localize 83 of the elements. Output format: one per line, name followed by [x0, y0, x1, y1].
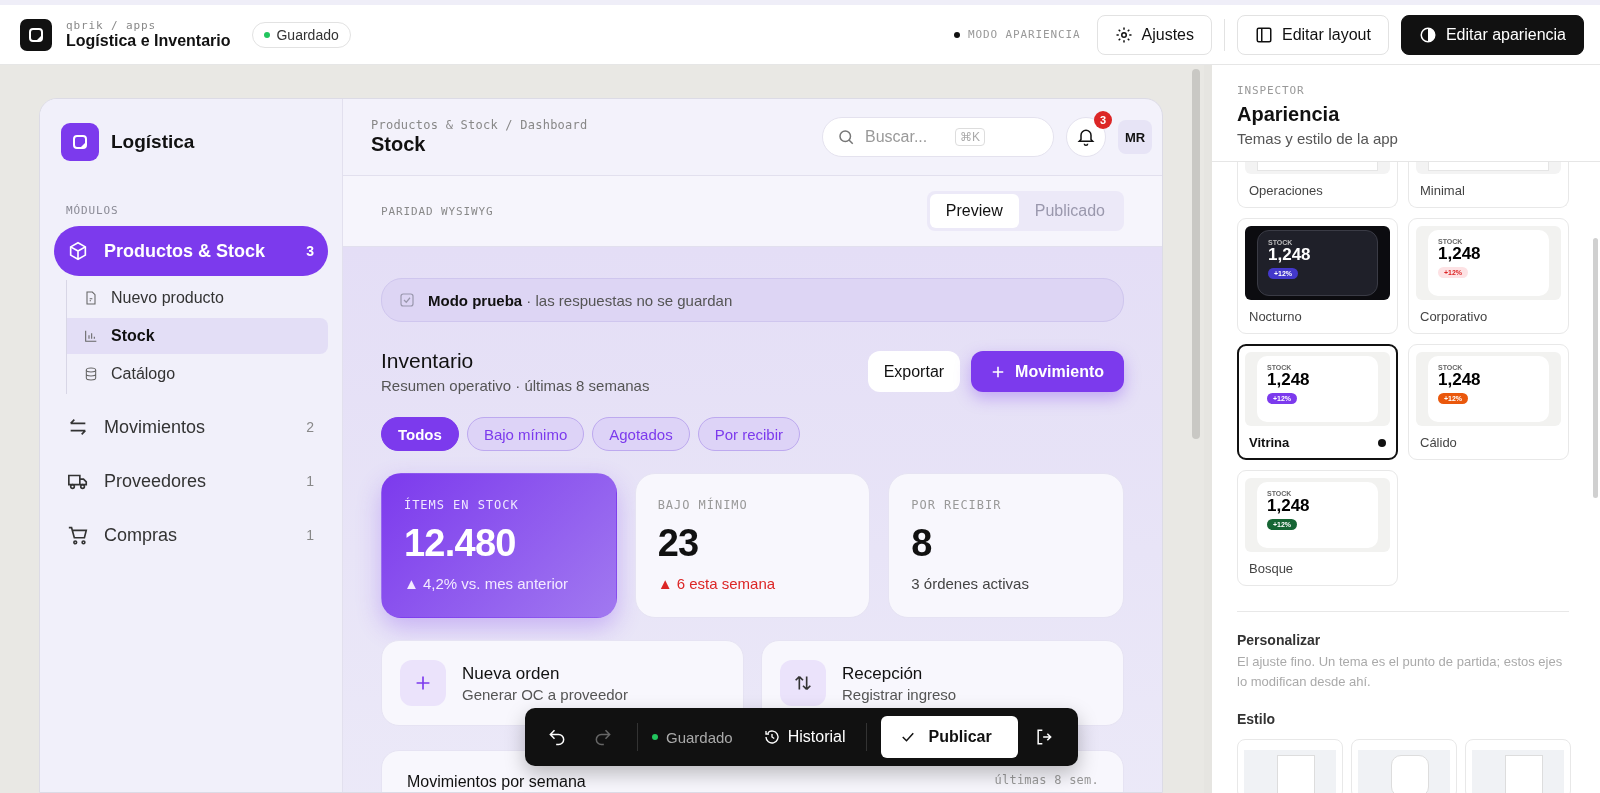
chart-range: últimas 8 sem. [994, 773, 1099, 787]
filter-chip[interactable]: Todos [381, 417, 459, 451]
scrollbar[interactable] [1192, 69, 1200, 439]
publish-button[interactable]: Publicar [880, 716, 1018, 758]
parity-label: PARIDAD WYSIWYG [381, 204, 494, 218]
filter-chip[interactable]: Bajo mínimo [466, 417, 585, 451]
inspector-subtitle: Temas y estilo de la app [1237, 130, 1399, 147]
half-circle-icon [1418, 25, 1437, 44]
save-status: Guardado [652, 728, 733, 746]
logo-icon [61, 123, 99, 161]
bell-icon [1076, 127, 1096, 147]
stat-label: BAJO MÍNIMO [657, 498, 749, 512]
nav-item[interactable]: Compras 1 [54, 510, 328, 560]
plus-icon [991, 364, 1006, 379]
nav-item[interactable]: Movimientos 2 [54, 402, 328, 452]
selected-indicator [1378, 438, 1386, 447]
app-title: Logística e Inventario [66, 32, 231, 50]
search-icon [837, 128, 855, 146]
sub-nav-item[interactable]: Stock [67, 318, 328, 354]
add-movement-button[interactable]: Movimiento [971, 351, 1124, 392]
scrollbar[interactable] [1593, 238, 1598, 498]
customize-description: El ajuste fino. Un tema es el punto de partida; estos ejes lo modifican desde ahí. [1237, 653, 1564, 691]
box-icon [67, 240, 89, 262]
stat-label: POR RECIBIR [911, 498, 1003, 512]
inspector-eyebrow: INSPECTOR [1237, 84, 1306, 97]
section-label: MÓDULOS [66, 204, 120, 217]
app-path: qbrik / apps [66, 19, 158, 32]
bar-chart-icon [83, 328, 99, 344]
nav-item[interactable]: Productos & Stock 3 [54, 226, 328, 276]
search-input[interactable]: Buscar... [863, 127, 947, 147]
redo-icon [593, 727, 613, 747]
stat-delta: ▲ 6 esta semana [657, 575, 777, 592]
style-option[interactable] [1351, 739, 1457, 793]
edit-layout-button[interactable]: Editar layout [1237, 14, 1389, 55]
notifications-button[interactable] [1066, 117, 1106, 157]
shortcut-hint: ⌘K [955, 128, 985, 146]
stat-label: ÍTEMS EN STOCK [404, 498, 520, 512]
panel-icon [1255, 25, 1273, 44]
style-label: Estilo [1237, 711, 1277, 727]
filter-chip[interactable]: Por recibir [697, 417, 800, 451]
breadcrumb: Productos & Stock / Dashboard [371, 118, 588, 132]
sub-nav-item[interactable]: Catálogo [67, 356, 328, 392]
cart-icon [67, 524, 89, 546]
export-button[interactable]: Exportar [867, 351, 961, 392]
notification-count: 3 [1094, 111, 1112, 129]
stat-delta: 3 órdenes activas [911, 575, 1030, 592]
style-option[interactable] [1465, 739, 1571, 793]
filter-chip[interactable]: Agotados [592, 417, 690, 451]
settings-button[interactable]: Ajustes [1096, 14, 1212, 55]
view-tab[interactable]: Preview [929, 194, 1019, 228]
history-button[interactable]: Historial [756, 727, 852, 747]
gear-icon [1114, 25, 1133, 44]
action-title: Recepción [842, 663, 924, 684]
chart-title: Movimientos por semana [407, 773, 586, 791]
section-subtitle: Resumen operativo · últimas 8 semanas [381, 377, 650, 394]
undo-icon [547, 727, 567, 747]
nav-item[interactable]: Proveedores 1 [54, 456, 328, 506]
swap-icon [67, 416, 89, 438]
banner-text: Modo prueba · las respuestas no se guardan [428, 291, 733, 309]
action-subtitle: Registrar ingreso [842, 685, 957, 703]
history-icon [762, 728, 781, 746]
customize-title: Personalizar [1237, 632, 1322, 648]
logo-icon [20, 18, 52, 51]
mode-label: MODO APARIENCIA [953, 28, 1081, 41]
document-icon [83, 290, 99, 306]
stat-value: 23 [657, 522, 700, 565]
stat-delta: ▲ 4,2% vs. mes anterior [404, 575, 570, 592]
stat-value: 8 [911, 522, 933, 565]
action-title: Nueva orden [462, 663, 561, 684]
page-title: Stock [371, 133, 427, 156]
inspector-title: Apariencia [1237, 103, 1341, 126]
edit-appearance-button[interactable]: Editar apariencia [1400, 14, 1584, 55]
style-option[interactable] [1237, 739, 1343, 793]
checkbox-icon [398, 291, 416, 309]
action-subtitle: Generar OC a proveedor [462, 685, 628, 703]
theme-card[interactable]: Operaciones [1237, 162, 1398, 208]
theme-card[interactable]: Minimal [1408, 162, 1569, 208]
section-title: Inventario [381, 349, 475, 373]
user-avatar[interactable]: MR [1118, 120, 1152, 154]
sub-nav-item[interactable]: Nuevo producto [67, 280, 328, 316]
database-icon [83, 366, 99, 382]
stat-value: 12.480 [404, 522, 517, 565]
sidebar-app-name: Logística [111, 131, 195, 153]
